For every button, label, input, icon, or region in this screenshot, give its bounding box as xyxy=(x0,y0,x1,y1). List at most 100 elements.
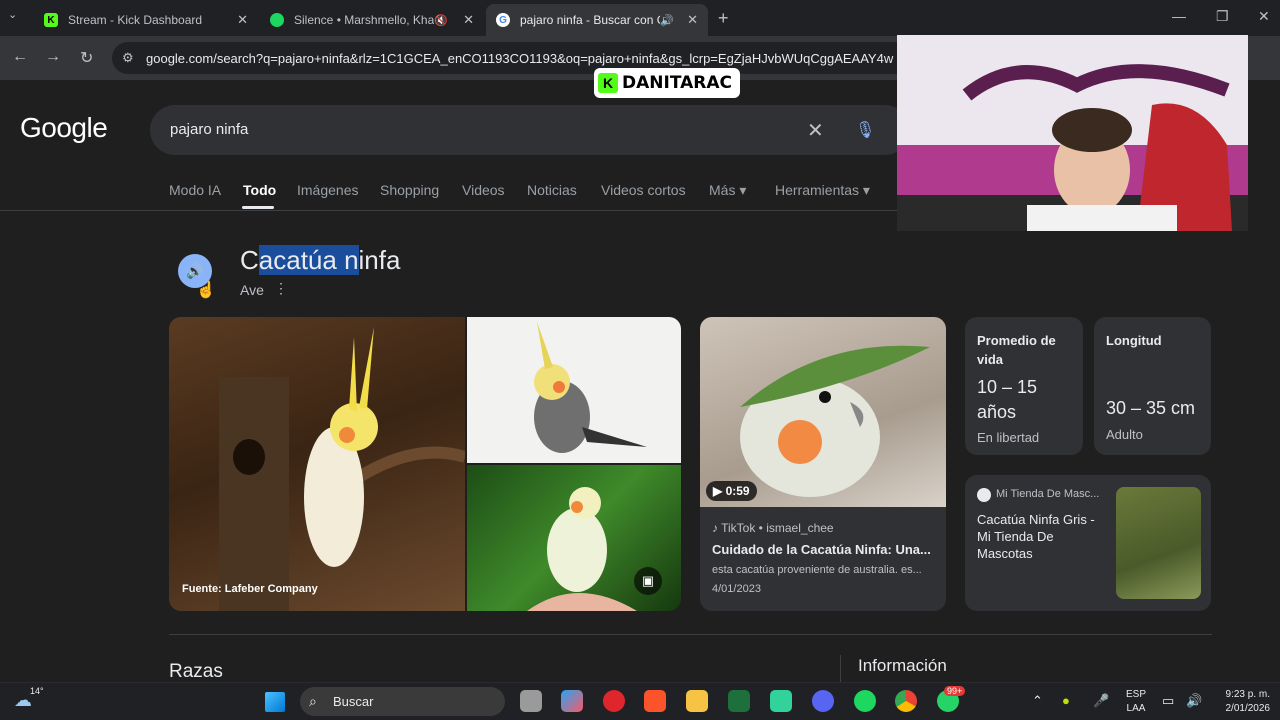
minimize-button[interactable]: — xyxy=(1172,8,1186,24)
search-input[interactable]: pajaro ninfa xyxy=(170,121,248,138)
show-hidden-icons[interactable]: ⌃ xyxy=(1032,693,1043,709)
spotify-icon xyxy=(270,13,284,27)
chatgpt-icon[interactable] xyxy=(770,690,792,712)
terminal-icon[interactable] xyxy=(728,690,750,712)
fact-note: En libertad xyxy=(977,430,1040,445)
network-icon[interactable]: ▭ xyxy=(1162,693,1174,709)
tab-imagenes[interactable]: Imágenes xyxy=(297,182,358,198)
active-tab-indicator xyxy=(242,206,274,209)
bird-image-main[interactable] xyxy=(169,317,465,611)
fact-card-length[interactable]: Longitud 30 – 35 cm Adulto xyxy=(1094,317,1211,455)
fact-value: 30 – 35 cm xyxy=(1106,398,1196,418)
bird-with-leaf-illustration xyxy=(740,345,930,497)
brave-icon[interactable] xyxy=(644,690,666,712)
app-tray-icon[interactable]: ● xyxy=(1062,693,1070,708)
close-tab-icon[interactable]: ✕ xyxy=(463,12,474,28)
product-image[interactable] xyxy=(1116,487,1201,599)
fact-value: 10 – 15 xyxy=(977,377,1038,397)
tab-todo[interactable]: Todo xyxy=(243,182,276,198)
mouse-cursor-icon: ☝ xyxy=(196,282,216,299)
tab-shopping[interactable]: Shopping xyxy=(380,182,439,198)
tab-spotify[interactable]: Silence • Marshmello, Khalid 🔇 ✕ xyxy=(260,4,484,36)
nav-divider xyxy=(0,210,900,211)
keyboard-layout: LAA xyxy=(1126,703,1146,714)
language-indicator[interactable]: ESP LAA xyxy=(1126,688,1146,716)
clock-date: 2/01/2026 xyxy=(1225,703,1271,714)
site-info-icon[interactable]: ⚙ xyxy=(122,50,134,66)
entity-subtitle: Ave xyxy=(240,282,264,298)
tab-title: pajaro ninfa - Buscar con Google xyxy=(520,13,660,27)
close-window-button[interactable]: ✕ xyxy=(1258,8,1270,25)
close-tab-icon[interactable]: ✕ xyxy=(687,12,698,28)
tab-videos-cortos[interactable]: Videos cortos xyxy=(601,182,686,198)
taskbar-search[interactable] xyxy=(300,687,505,716)
task-view-icon[interactable] xyxy=(520,690,542,712)
opera-icon[interactable] xyxy=(603,690,625,712)
fact-card-lifespan[interactable]: Promedio de vida 10 – 15 años En liberta… xyxy=(965,317,1083,455)
video-title[interactable]: Cuidado de la Cacatúa Ninfa: Una... xyxy=(712,542,931,557)
close-tab-icon[interactable]: ✕ xyxy=(237,12,248,28)
more-options-icon[interactable]: ⋮ xyxy=(274,280,288,297)
taskbar-search-label: Buscar xyxy=(333,694,374,709)
new-tab-button[interactable]: + xyxy=(718,8,729,29)
section-razas: Razas xyxy=(169,661,223,682)
bird-image-grey[interactable] xyxy=(467,317,681,463)
tab-herramientas[interactable]: Herramientas ▾ xyxy=(775,182,870,199)
tab-title: Stream - Kick Dashboard xyxy=(68,13,203,27)
kick-icon: K xyxy=(44,13,58,27)
reload-button[interactable]: ↻ xyxy=(80,48,93,68)
google-logo[interactable]: Google xyxy=(20,112,108,144)
gallery-icon[interactable]: ▣ xyxy=(634,567,662,595)
tab-noticias[interactable]: Noticias xyxy=(527,182,577,198)
search-box[interactable] xyxy=(150,105,910,155)
file-explorer-icon[interactable] xyxy=(686,690,708,712)
video-source-text: TikTok • ismael_chee xyxy=(721,521,834,535)
back-button[interactable]: ← xyxy=(12,48,28,66)
audio-icon[interactable]: 🔊 xyxy=(660,14,674,27)
video-thumbnail[interactable] xyxy=(700,317,946,507)
start-button[interactable] xyxy=(265,692,285,712)
grey-cockatiel-illustration xyxy=(534,322,647,453)
tab-mas[interactable]: Más ▾ xyxy=(709,182,746,199)
column-divider xyxy=(840,655,841,685)
title-part: C xyxy=(240,245,259,275)
video-description: esta cacatúa proveniente de australia. e… xyxy=(712,564,922,576)
clock[interactable]: 9:23 p. m. 2/01/2026 xyxy=(1212,688,1271,716)
microphone-tray-icon[interactable]: 🎤 xyxy=(1093,693,1109,709)
store-name: Mi Tienda De Masc... xyxy=(996,488,1100,500)
microphone-icon[interactable]: 🎙 xyxy=(855,120,875,140)
volume-icon[interactable]: 🔊 xyxy=(1186,693,1202,709)
chrome-icon[interactable] xyxy=(895,690,917,712)
title-selection: acatúa n xyxy=(258,245,359,275)
url-text: google.com/search?q=pajaro+ninfa&rlz=1C1… xyxy=(146,50,894,66)
clear-search-icon[interactable]: ✕ xyxy=(807,118,824,143)
streamer-name: DANITARAC xyxy=(622,73,732,93)
notification-badge: 99+ xyxy=(944,686,966,696)
image-source-label: Fuente: Lafeber Company xyxy=(182,583,318,595)
tab-google-search[interactable]: G pajaro ninfa - Buscar con Google 🔊 ✕ xyxy=(486,4,708,36)
fact-value-unit: años xyxy=(977,402,1017,422)
copilot-icon[interactable] xyxy=(561,690,583,712)
google-icon: G xyxy=(496,13,510,27)
address-bar[interactable]: google.com/search?q=pajaro+ninfa&rlz=1C1… xyxy=(112,42,912,74)
video-date: 4/01/2023 xyxy=(712,583,761,595)
tab-search-icon[interactable]: ⌄ xyxy=(8,8,17,21)
mute-icon[interactable]: 🔇 xyxy=(434,14,448,27)
language-code: ESP xyxy=(1126,689,1147,700)
spotify-taskbar-icon[interactable] xyxy=(854,690,876,712)
product-title[interactable]: Cacatúa Ninfa Gris - Mi Tienda De Mascot… xyxy=(977,511,1107,562)
maximize-button[interactable]: ❐ xyxy=(1216,8,1229,25)
video-duration: ▶ 0:59 xyxy=(706,481,757,501)
weather-temperature: 14° xyxy=(30,686,44,696)
search-icon: ⌕ xyxy=(309,693,317,709)
tab-kick[interactable]: K Stream - Kick Dashboard ✕ xyxy=(34,4,258,36)
clock-time: 9:23 p. m. xyxy=(1225,689,1270,700)
fact-label: Promedio de vida xyxy=(977,333,1056,367)
forward-button[interactable]: → xyxy=(45,48,61,66)
discord-icon[interactable] xyxy=(812,690,834,712)
entity-title: Cacatúa ninfa xyxy=(240,245,400,276)
taskbar xyxy=(0,682,1280,720)
tab-modo-ia[interactable]: Modo IA xyxy=(169,182,221,198)
speaker-icon: 🔊 xyxy=(186,262,204,279)
tab-videos[interactable]: Videos xyxy=(462,182,505,198)
